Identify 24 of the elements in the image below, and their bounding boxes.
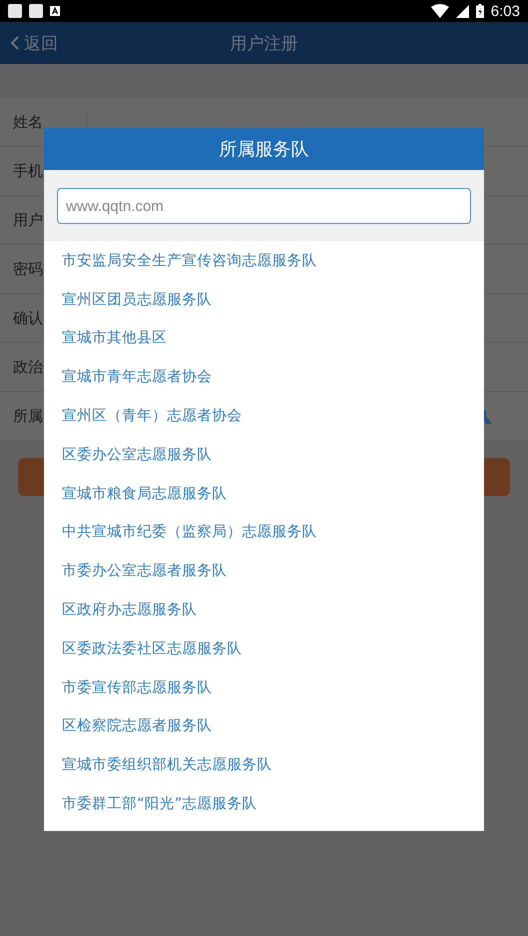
status-time: 6:03 [490,2,520,20]
keyboard-icon [50,6,60,16]
team-list-item[interactable]: 宣城市其他县区 [62,328,167,348]
page-title: 用户注册 [230,32,298,54]
team-list-item[interactable]: 市委群工部“阳光”志愿服务队 [62,794,258,814]
team-list-item[interactable]: 区政府办志愿服务队 [62,600,197,620]
team-list-item[interactable]: 市委宣传部志愿服务队 [62,678,212,697]
notification-icon [8,4,22,18]
notification-icon [29,4,43,18]
battery-icon [476,4,484,18]
team-list-item[interactable]: 区委办公室志愿服务队 [62,444,212,464]
team-list-item[interactable]: 区委政法委社区志愿服务队 [62,638,242,658]
team-list-item[interactable]: 宣城市委组织部机关志愿服务队 [62,755,272,774]
signal-icon [456,4,469,18]
chevron-left-icon [10,35,20,51]
team-list-item[interactable]: 市委办公室志愿者服务队 [62,561,227,580]
back-button[interactable]: 返回 [0,32,68,54]
team-list-item[interactable]: 区检察院志愿者服务队 [62,716,212,736]
dialog-title: 所属服务队 [44,128,484,170]
search-field[interactable]: www.qqtn.com [57,188,471,224]
team-list-item[interactable]: 宣州区团员志愿服务队 [62,290,212,309]
team-list-item[interactable]: 宣城市粮食局志愿服务队 [62,484,227,503]
wifi-icon [430,4,449,18]
team-list-item[interactable]: 中共宣城市纪委（监察局）志愿服务队 [62,522,317,542]
